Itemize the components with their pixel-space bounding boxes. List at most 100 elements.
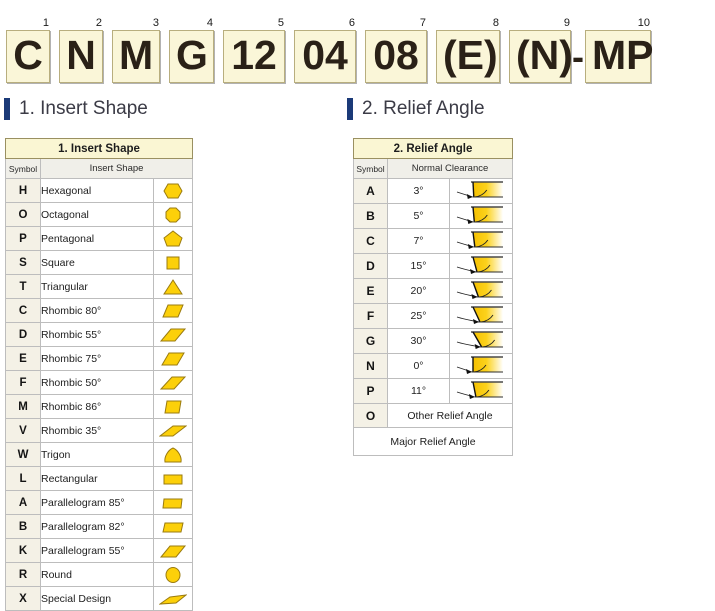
relief-angle-15-icon <box>449 253 513 279</box>
relief-angle-value: 3° <box>387 178 450 204</box>
rhombus-86-shape-icon <box>153 394 193 419</box>
relief-angle-symbol: F <box>353 303 388 329</box>
code-cell-6[interactable]: 6 04 <box>294 18 356 83</box>
code-separator-dash: - <box>572 36 584 77</box>
code-value-box[interactable]: M <box>112 30 160 83</box>
code-cell-10[interactable]: 10 MP <box>585 17 654 83</box>
table-row: V Rhombic 35° <box>5 418 193 443</box>
table-row: F Rhombic 50° <box>5 370 193 395</box>
table-row: D Rhombic 55° <box>5 322 193 347</box>
code-value-box[interactable]: (E) <box>436 30 500 83</box>
insert-shape-name: Octagonal <box>40 202 154 227</box>
relief-angle-value: 25° <box>387 303 450 329</box>
code-value-box[interactable]: 08 <box>365 30 427 83</box>
table-row: M Rhombic 86° <box>5 394 193 419</box>
table-row: O Octagonal <box>5 202 193 227</box>
relief-angle-value: 30° <box>387 328 450 354</box>
code-cell-2[interactable]: 2N <box>59 18 103 83</box>
code-cell-7[interactable]: 7 08 <box>365 18 427 83</box>
insert-shape-symbol: S <box>5 250 41 275</box>
rectangle-shape-icon <box>153 466 193 491</box>
insert-shape-symbol: O <box>5 202 41 227</box>
insert-shape-name: Rhombic 50° <box>40 370 154 395</box>
square-shape-icon <box>153 250 193 275</box>
insert-shape-name: Parallelogram 82° <box>40 514 154 539</box>
insert-shape-symbol: M <box>5 394 41 419</box>
table-row: E Rhombic 75° <box>5 346 193 371</box>
code-value-box[interactable]: (N) <box>509 30 573 83</box>
relief-angle-25-icon <box>449 303 513 329</box>
relief-angle-symbol: B <box>353 203 388 229</box>
code-cell-3[interactable]: 3M <box>112 18 160 83</box>
code-position-number: 1 <box>42 17 49 29</box>
code-value-box[interactable]: N <box>59 30 103 83</box>
relief-angle-symbol: E <box>353 278 388 304</box>
rhombus-55-shape-icon <box>153 322 193 347</box>
insert-shape-symbol: H <box>5 178 41 203</box>
pentagon-shape-icon <box>153 226 193 251</box>
parallelogram-55-shape-icon <box>153 538 193 563</box>
relief-angle-0-icon <box>449 353 513 379</box>
code-value-box[interactable]: C <box>6 30 50 83</box>
table-row: E 20° <box>353 278 513 304</box>
insert-shape-symbol: F <box>5 370 41 395</box>
code-cell-4[interactable]: 4G <box>169 18 214 83</box>
relief-angle-other-label: Other Relief Angle <box>387 403 513 428</box>
code-position-number: 10 <box>637 17 650 29</box>
code-position-number: 8 <box>492 17 499 29</box>
rhombus-50-shape-icon <box>153 370 193 395</box>
code-value-box[interactable]: 04 <box>294 30 356 83</box>
table-row: L Rectangular <box>5 466 193 491</box>
section-accent-bar <box>347 98 353 120</box>
code-cell-9[interactable]: 9 (N) <box>509 17 573 83</box>
table-row: G 30° <box>353 328 513 354</box>
octagon-shape-icon <box>153 202 193 227</box>
insert-shape-name: Rectangular <box>40 466 154 491</box>
insert-shape-name: Trigon <box>40 442 154 467</box>
insert-shape-symbol: C <box>5 298 41 323</box>
relief-angle-30-icon <box>449 328 513 354</box>
code-position-number: 4 <box>206 17 213 29</box>
rhombus-80-shape-icon <box>153 298 193 323</box>
insert-shape-name: Rhombic 55° <box>40 322 154 347</box>
table-footer-row: Major Relief Angle <box>353 427 513 456</box>
insert-shape-symbol: D <box>5 322 41 347</box>
insert-shape-symbol: P <box>5 226 41 251</box>
table-row: X Special Design <box>5 586 193 611</box>
insert-shape-symbol: E <box>5 346 41 371</box>
relief-angle-7-icon <box>449 228 513 254</box>
code-position-number: 3 <box>152 17 159 29</box>
insert-shape-symbol: V <box>5 418 41 443</box>
code-cell-8[interactable]: 8 (E) <box>436 18 500 83</box>
code-position-number: 9 <box>563 17 570 29</box>
table-row: N 0° <box>353 353 513 379</box>
circle-shape-icon <box>153 562 193 587</box>
table-row: P 11° <box>353 378 513 404</box>
code-cell-1[interactable]: 1C <box>6 18 50 83</box>
trigon-shape-icon <box>153 442 193 467</box>
table-row: C 7° <box>353 228 513 254</box>
table-row: W Trigon <box>5 442 193 467</box>
relief-angle-value: 7° <box>387 228 450 254</box>
column-header-description: Insert Shape <box>40 158 193 179</box>
relief-angle-symbol: P <box>353 378 388 404</box>
hexagon-shape-icon <box>153 178 193 203</box>
code-value-box[interactable]: 12 <box>223 30 285 83</box>
table-row: A Parallelogram 85° <box>5 490 193 515</box>
section-heading-label: 1. Insert Shape <box>19 98 148 119</box>
code-cell-5[interactable]: 5 12 <box>223 18 285 83</box>
code-value-box[interactable]: G <box>169 30 214 83</box>
column-header-description: Normal Clearance <box>387 158 513 179</box>
relief-angle-20-icon <box>449 278 513 304</box>
relief-angle-11-icon <box>449 378 513 404</box>
relief-angle-value: 20° <box>387 278 450 304</box>
insert-shape-symbol: B <box>5 514 41 539</box>
relief-angle-symbol: A <box>353 178 388 204</box>
table-row: O Other Relief Angle <box>353 403 513 428</box>
major-relief-angle-label: Major Relief Angle <box>353 427 513 456</box>
code-value-box[interactable]: MP <box>585 30 654 83</box>
insert-shape-symbol: W <box>5 442 41 467</box>
insert-shape-name: Rhombic 80° <box>40 298 154 323</box>
column-header-symbol: Symbol <box>353 158 388 179</box>
table-title: 2. Relief Angle <box>353 138 513 159</box>
